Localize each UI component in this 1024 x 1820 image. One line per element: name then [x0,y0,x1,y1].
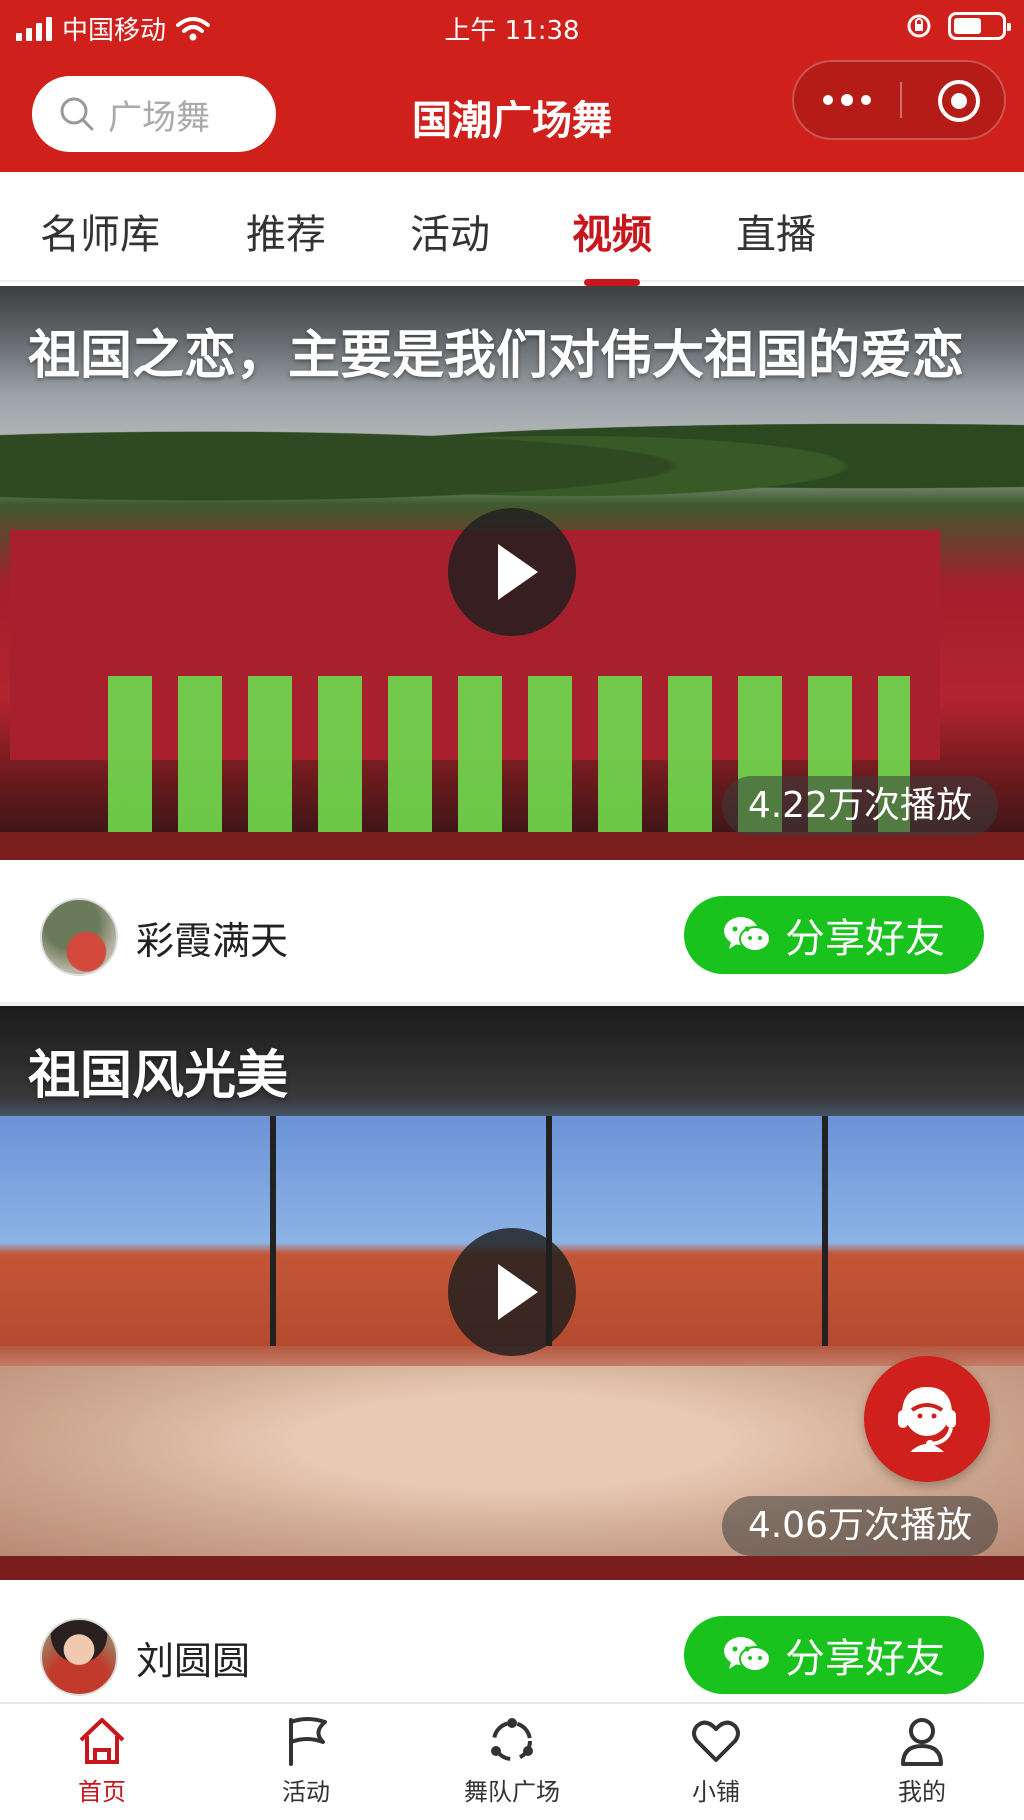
status-bar: 中国移动 上午 11:38 [0,0,1024,52]
tab-activities[interactable]: 活动 [410,202,490,260]
play-icon[interactable] [448,508,576,636]
tabbar-activities-label: 活动 [282,1778,330,1806]
tabbar-shop[interactable]: 小铺 [626,1714,806,1807]
bottom-tab-bar: 首页 活动 舞队广场 小铺 我的 [0,1702,1024,1820]
tab-videos[interactable]: 视频 [572,202,652,286]
customer-service-button[interactable] [864,1356,990,1482]
more-icon[interactable] [794,62,900,138]
video-title: 祖国风光美 [28,1046,289,1106]
share-button[interactable]: 分享好友 [684,896,984,974]
user-icon [901,1718,943,1766]
battery-icon [948,12,1011,40]
view-count: 4.22万次播放 [721,776,998,836]
status-right [906,12,1011,40]
capsule-divider [900,82,902,118]
tabbar-me[interactable]: 我的 [832,1714,1012,1807]
thumbnail-stage-rim [0,1556,1024,1580]
app-header: 中国移动 上午 11:38 广场舞 国潮广场舞 [0,0,1024,172]
tabbar-shop-label: 小铺 [692,1778,740,1806]
active-tab-indicator [584,279,640,286]
tabbar-team-square-label: 舞队广场 [464,1778,560,1806]
tabbar-team-square[interactable]: 舞队广场 [422,1714,602,1807]
tabbar-home-label: 首页 [78,1778,126,1806]
share-label: 分享好友 [785,1636,945,1682]
share-label: 分享好友 [785,916,945,962]
author-name[interactable]: 彩霞满天 [136,910,288,965]
video-thumbnail[interactable]: 祖国风光美 4.06万次播放 [0,1006,1024,1580]
wechat-icon [724,1637,771,1672]
category-tabs: 名师库 推荐 活动 视频 直播 [0,172,1024,286]
share-button[interactable]: 分享好友 [684,1616,984,1694]
thumbnail-floor [0,832,1024,860]
video-author-row: 彩霞满天 分享好友 [0,860,1024,1006]
status-time: 上午 11:38 [444,16,580,46]
avatar[interactable] [40,1618,118,1696]
home-icon [79,1718,125,1764]
author-name[interactable]: 刘圆圆 [136,1630,250,1685]
tab-live[interactable]: 直播 [736,202,816,260]
close-mini-program-icon[interactable] [938,80,980,122]
mini-program-capsule [792,60,1006,140]
flag-icon [289,1717,327,1766]
video-title: 祖国之恋，主要是我们对伟大祖国的爱恋 [28,326,965,386]
tabbar-home[interactable]: 首页 [12,1714,192,1807]
avatar[interactable] [40,898,118,976]
tab-teachers[interactable]: 名师库 [40,202,160,260]
video-thumbnail[interactable]: 祖国之恋，主要是我们对伟大祖国的爱恋 4.22万次播放 [0,286,1024,860]
headset-icon [898,1386,956,1452]
heart-icon [692,1720,740,1762]
wechat-icon [724,917,771,952]
tab-recommend[interactable]: 推荐 [246,202,326,260]
tabbar-activities[interactable]: 活动 [216,1714,396,1807]
rotation-lock-icon [907,14,931,38]
thumbnail-scenery [0,406,1024,506]
play-icon[interactable] [448,1228,576,1356]
tabbar-me-label: 我的 [898,1778,946,1806]
view-count: 4.06万次播放 [721,1496,998,1556]
team-icon [491,1718,533,1761]
